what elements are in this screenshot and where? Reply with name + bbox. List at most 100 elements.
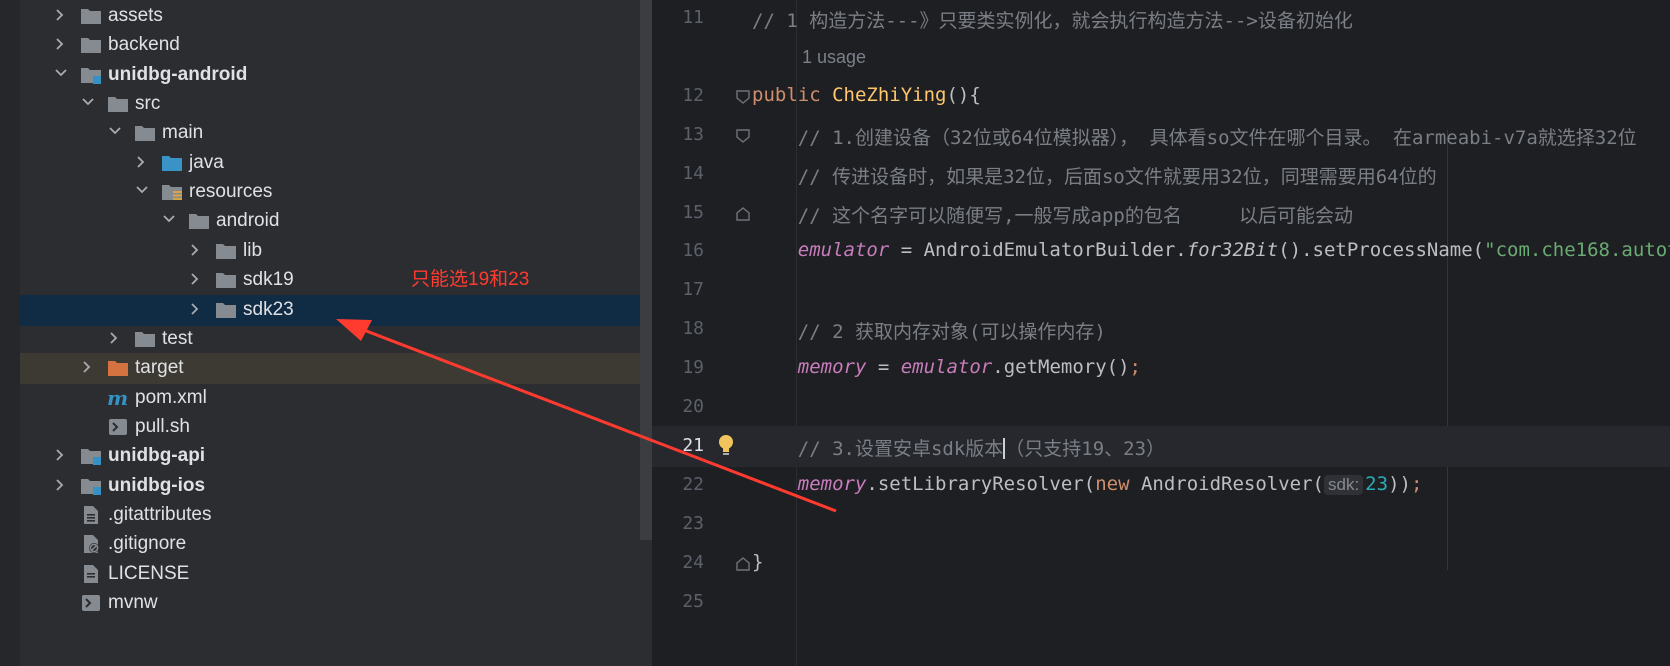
chevron-right-icon[interactable] <box>55 9 65 21</box>
folder-icon <box>80 6 102 26</box>
tree-item-target[interactable]: target <box>20 353 652 385</box>
tree-item-unidbg-android[interactable]: unidbg-android <box>20 60 652 91</box>
tree-item-label: unidbg-ios <box>108 474 206 496</box>
line-number: 22 <box>682 473 704 495</box>
chevron-right-icon[interactable] <box>190 244 200 256</box>
code-line[interactable]: 16 emulator = AndroidEmulatorBuilder.for… <box>652 231 1670 272</box>
fold-end-icon[interactable] <box>735 556 751 572</box>
tree-item-unidbg-ios[interactable]: unidbg-ios <box>20 471 652 502</box>
lightbulb-icon[interactable] <box>717 434 733 455</box>
code-line[interactable]: 11 // 1 构造方法---》只要类实例化，就会执行构造方法-->设备初始化 <box>652 0 1670 39</box>
maven-icon: m <box>107 388 129 408</box>
usage-hint-line[interactable]: 1 usage <box>652 37 1670 78</box>
line-number: 11 <box>682 7 704 28</box>
chevron-right-icon[interactable] <box>190 273 200 285</box>
code-line[interactable]: 22 memory.setLibraryResolver(new Android… <box>652 465 1670 506</box>
code-line[interactable]: 13 // 1.创建设备（32位或64位模拟器）， 具体看so文件在哪个目录。 … <box>652 115 1670 156</box>
folder-icon <box>80 35 102 55</box>
tree-item-android[interactable]: android <box>20 206 652 237</box>
chevron-down-icon[interactable] <box>55 68 67 78</box>
code-token: new <box>1095 472 1141 495</box>
chevron-right-icon[interactable] <box>109 332 119 344</box>
chevron-right-icon[interactable] <box>55 478 65 491</box>
code-line[interactable]: 14 // 传进设备时，如果是32位，后面so文件就要用32位，同理需要用64位… <box>652 154 1670 195</box>
tree-item-sdk23[interactable]: sdk23 <box>20 294 652 326</box>
code-line[interactable]: 20 <box>652 387 1670 428</box>
code-line[interactable]: 21 // 3.设置安卓sdk版本 （只支持19、23） <box>652 425 1670 467</box>
code-text: memory.setLibraryResolver(new AndroidRes… <box>752 473 1422 495</box>
tree-item-backend[interactable]: backend <box>20 30 652 61</box>
fold-icon[interactable] <box>735 128 751 144</box>
tree-item-test[interactable]: test <box>20 324 652 355</box>
line-number: 13 <box>682 123 704 145</box>
tree-item-lib[interactable]: lib <box>20 236 652 267</box>
fold-end-icon[interactable] <box>735 206 751 222</box>
chevron-right-icon[interactable] <box>82 361 92 373</box>
tree-item-label: java <box>189 151 224 173</box>
resources-folder-icon <box>161 182 183 202</box>
tree-item-resources[interactable]: resources <box>20 177 652 208</box>
tree-item-license[interactable]: LICENSE <box>20 559 652 590</box>
usage-hint[interactable]: 1 usage <box>802 47 866 68</box>
tree-item-assets[interactable]: assets <box>20 1 652 32</box>
code-text: // 1 构造方法---》只要类实例化，就会执行构造方法-->设备初始化 <box>752 6 1353 33</box>
code-token: // 这个名字可以随便写,一般写成app的包名 以后可能会动 <box>752 204 1354 227</box>
line-number: 18 <box>682 318 704 340</box>
chevron-down-icon[interactable] <box>109 126 121 136</box>
tree-item-pom-xml[interactable]: m pom.xml <box>20 383 652 414</box>
code-token: // 2 获取内存对象(可以操作内存) <box>752 321 1106 344</box>
chevron-right-icon[interactable] <box>190 302 200 315</box>
code-token: // 3.设置安卓sdk版本 <box>752 437 1004 460</box>
tree-item-src[interactable]: src <box>20 89 652 120</box>
tree-item-label: src <box>135 93 161 115</box>
code-token: } <box>752 550 764 573</box>
line-number: 21 <box>682 434 704 456</box>
chevron-down-icon[interactable] <box>82 97 94 107</box>
code-token: )) <box>1388 472 1411 495</box>
code-token: // 1.创建设备（32位或64位模拟器）， 具体看so文件在哪个目录。 在ar… <box>752 126 1637 149</box>
fold-icon[interactable] <box>735 89 751 105</box>
module-folder-icon <box>80 446 102 466</box>
shell-script-icon <box>80 593 102 613</box>
tree-item-gitattributes[interactable]: .gitattributes <box>20 500 652 531</box>
tree-item-main[interactable]: main <box>20 118 652 149</box>
code-line[interactable]: 15 // 这个名字可以随便写,一般写成app的包名 以后可能会动 <box>652 193 1670 234</box>
code-token: ().setProcessName( <box>1278 239 1485 262</box>
chevron-down-icon[interactable] <box>136 185 148 195</box>
code-line[interactable]: 24} <box>652 543 1670 584</box>
chevron-right-icon[interactable] <box>55 449 65 461</box>
tree-item-unidbg-api[interactable]: unidbg-api <box>20 441 652 472</box>
tree-item-gitignore[interactable]: .gitignore <box>20 529 652 560</box>
code-text: // 3.设置安卓sdk版本 （只支持19、23） <box>752 434 1165 461</box>
tree-item-mvnw[interactable]: mvnw <box>20 588 652 619</box>
code-text: emulator = AndroidEmulatorBuilder.for32B… <box>752 239 1670 261</box>
code-line[interactable]: 18 // 2 获取内存对象(可以操作内存) <box>652 309 1670 350</box>
code-line[interactable]: 23 <box>652 504 1670 545</box>
code-editor[interactable]: 11 // 1 构造方法---》只要类实例化，就会执行构造方法-->设备初始化 1 … <box>652 0 1670 666</box>
tree-scrollbar[interactable] <box>640 0 652 540</box>
code-line[interactable]: 19 memory = emulator.getMemory(); <box>652 348 1670 389</box>
module-folder-icon <box>80 476 102 496</box>
shell-script-icon <box>107 417 129 437</box>
chevron-right-icon[interactable] <box>136 156 146 168</box>
code-text: } <box>752 551 763 573</box>
tree-item-label: test <box>162 327 193 349</box>
code-line[interactable]: 12 public CheZhiYing(){ <box>652 76 1670 117</box>
line-number: 12 <box>682 84 704 106</box>
code-line[interactable]: 25 <box>652 582 1670 623</box>
tree-item-label: pull.sh <box>135 415 190 437</box>
chevron-down-icon[interactable] <box>163 214 175 224</box>
tree-item-label: pom.xml <box>135 386 207 408</box>
code-token: // 传进设备时，如果是32位，后面so文件就要用32位，同理需要用64位的 <box>752 165 1437 188</box>
code-token: 23 <box>1365 472 1389 495</box>
tree-item-sdk19[interactable]: sdk19 <box>20 265 652 296</box>
tree-item-pull-sh[interactable]: pull.sh <box>20 412 652 443</box>
tree-item-java[interactable]: java <box>20 148 652 179</box>
code-token: = AndroidEmulatorBuilder. <box>889 239 1187 262</box>
tree-item-label: mvnw <box>108 592 158 613</box>
tree-item-label: resources <box>189 181 273 203</box>
code-line[interactable]: 17 <box>652 270 1670 311</box>
tree-item-label: target <box>135 357 184 379</box>
chevron-right-icon[interactable] <box>55 38 65 50</box>
